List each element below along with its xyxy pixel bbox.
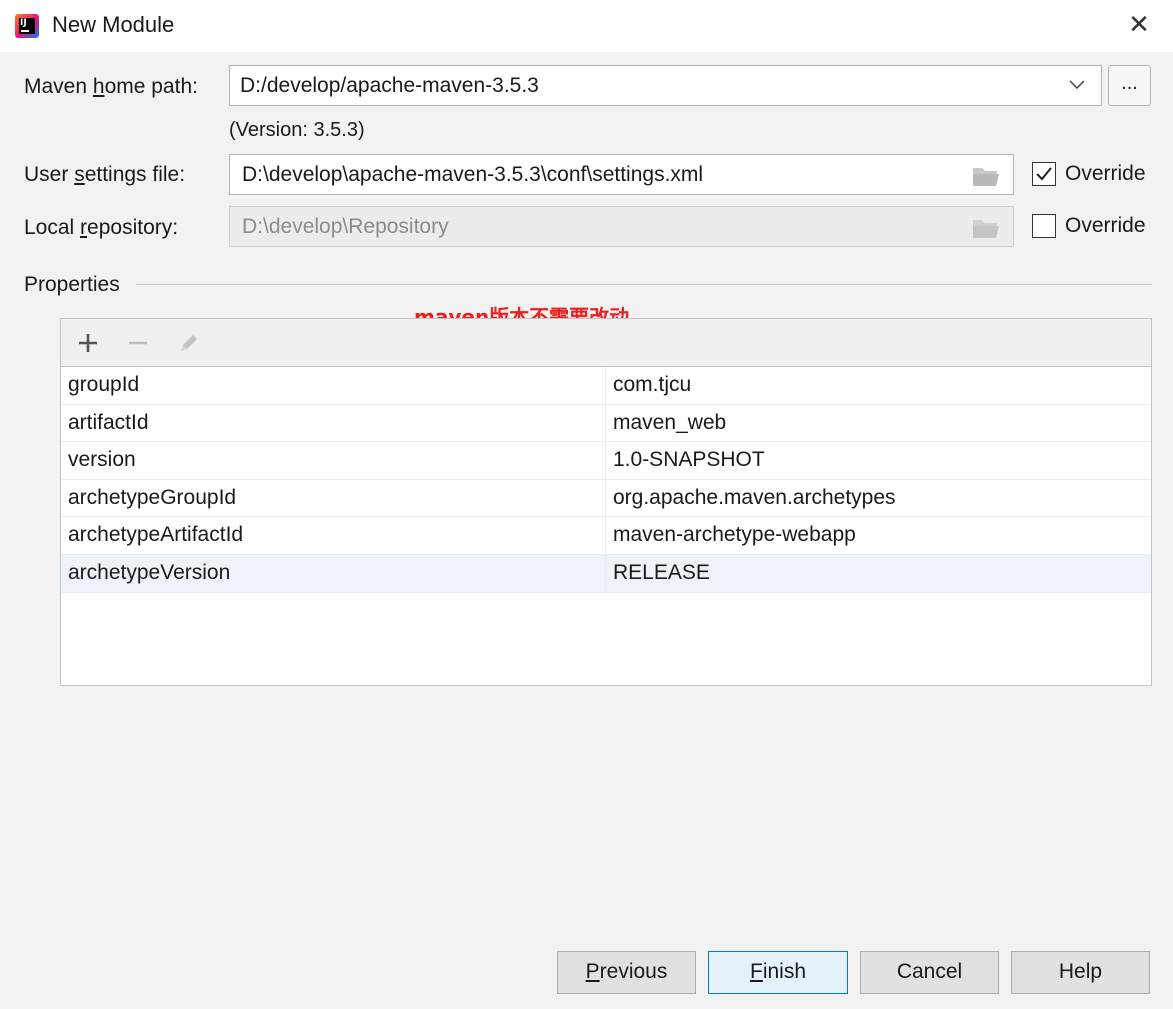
local-repo-field: D:\develop\Repository (229, 206, 1014, 247)
maven-version-note: (Version: 3.5.3) (229, 119, 365, 141)
user-settings-override-label[interactable]: Override (1065, 162, 1146, 186)
folder-icon (973, 220, 999, 238)
properties-rows: groupId com.tjcu artifactId maven_webversio… (61, 367, 1151, 593)
intellij-app-icon: IJ (15, 14, 39, 38)
column-divider (605, 554, 606, 592)
column-divider (605, 404, 606, 442)
property-key[interactable]: version (68, 448, 136, 472)
property-key[interactable]: archetypeArtifactId (68, 523, 243, 547)
table-row[interactable]: archetypeVersion RELEASE (61, 554, 1151, 593)
table-row[interactable]: archetypeGroupId org.apache.maven.archety… (61, 479, 1151, 518)
properties-toolbar (61, 319, 1151, 367)
property-value[interactable]: 1.0-SNAPSHOT (613, 448, 765, 472)
folder-icon[interactable] (971, 164, 1001, 188)
cancel-button[interactable]: Cancel (860, 951, 999, 994)
local-repo-override-label[interactable]: Override (1065, 214, 1146, 238)
user-settings-override-checkbox[interactable] (1032, 162, 1056, 186)
maven-home-browse-button[interactable]: ... (1108, 65, 1151, 106)
column-divider (605, 367, 606, 404)
property-key[interactable]: artifactId (68, 411, 149, 435)
pencil-icon[interactable] (177, 331, 201, 355)
table-row[interactable]: archetypeArtifactId maven-archetype-webap… (61, 517, 1151, 555)
property-key[interactable]: archetypeVersion (68, 561, 230, 585)
maven-home-label: Maven home path: (24, 75, 198, 98)
maven-home-combobox[interactable]: D:/develop/apache-maven-3.5.3 (229, 65, 1102, 106)
user-settings-field[interactable]: D:\develop\apache-maven-3.5.3\conf\setti… (229, 154, 1014, 195)
column-divider (605, 479, 606, 517)
table-row[interactable]: artifactId maven_web (61, 404, 1151, 443)
properties-title: Properties (24, 273, 128, 297)
properties-divider (136, 284, 1152, 285)
property-value[interactable]: maven_web (613, 411, 726, 435)
local-repo-label: Local repository: (24, 216, 179, 239)
chevron-down-icon[interactable] (1069, 76, 1085, 92)
maven-home-value: D:/develop/apache-maven-3.5.3 (240, 74, 539, 97)
finish-button[interactable]: Finish (708, 951, 848, 994)
column-divider (605, 442, 606, 479)
property-value[interactable]: maven-archetype-webapp (613, 523, 856, 547)
help-button[interactable]: Help (1011, 951, 1150, 994)
column-divider (605, 517, 606, 554)
property-key[interactable]: groupId (68, 373, 139, 397)
properties-table: groupId com.tjcu artifactId maven_webversio… (60, 318, 1152, 686)
local-repo-override-checkbox[interactable] (1032, 214, 1056, 238)
previous-button[interactable]: Previous (557, 951, 696, 994)
checkmark-icon (1036, 167, 1052, 181)
property-value[interactable]: RELEASE (613, 561, 710, 585)
plus-icon[interactable] (76, 331, 100, 355)
property-key[interactable]: archetypeGroupId (68, 486, 236, 510)
user-settings-label: User settings file: (24, 163, 186, 186)
table-row[interactable]: groupId com.tjcu (61, 367, 1151, 405)
title-bar: IJ New Module ✕ (0, 0, 1173, 52)
property-value[interactable]: com.tjcu (613, 373, 691, 397)
property-value[interactable]: org.apache.maven.archetypes (613, 486, 896, 510)
table-row[interactable]: version 1.0-SNAPSHOT (61, 442, 1151, 480)
minus-icon[interactable] (126, 331, 150, 355)
dialog-title: New Module (52, 12, 175, 37)
close-icon[interactable]: ✕ (1122, 8, 1156, 42)
user-settings-value: D:\develop\apache-maven-3.5.3\conf\setti… (242, 163, 704, 186)
local-repo-value: D:\develop\Repository (242, 215, 449, 238)
